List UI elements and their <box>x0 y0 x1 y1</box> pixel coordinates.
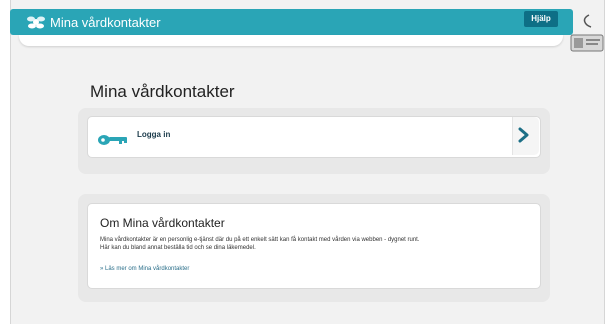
key-icon <box>98 135 127 145</box>
chevron-right-icon[interactable] <box>518 127 530 143</box>
read-more-link[interactable]: » Läs mer om Mina vårdkontakter <box>100 266 189 272</box>
login-link[interactable]: Logga in <box>137 130 170 139</box>
id-card-icon[interactable] <box>567 13 607 53</box>
about-heading: Om Mina vårdkontakter <box>100 216 225 230</box>
about-text-line: Här kan du bland annat beställa tid och … <box>100 245 256 251</box>
about-description: Mina vårdkontakter är en personlig e-tjä… <box>100 236 530 252</box>
app-title[interactable]: Mina vårdkontakter <box>50 15 161 30</box>
flower-logo-icon <box>27 16 45 29</box>
about-text-line: Mina vårdkontakter är en personlig e-tjä… <box>100 237 420 243</box>
top-bar: Mina vårdkontakter <box>10 9 573 35</box>
page-title: Mina vårdkontakter <box>90 82 235 101</box>
help-button[interactable]: Hjälp <box>524 11 558 27</box>
header-shelf <box>19 35 563 46</box>
